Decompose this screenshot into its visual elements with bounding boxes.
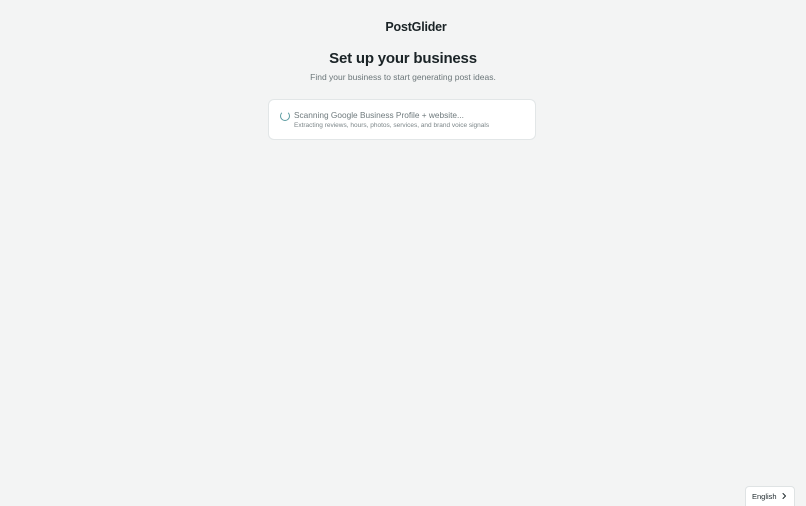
brand-logo-text: PostGlider [385,20,447,34]
scan-status-title: Scanning Google Business Profile + websi… [294,110,464,120]
page-subtitle: Find your business to start generating p… [310,72,496,82]
scan-status-card: Scanning Google Business Profile + websi… [268,99,536,140]
chevron-right-icon [782,493,786,499]
scan-status-detail: Extracting reviews, hours, photos, servi… [294,122,490,129]
language-selector[interactable]: English [745,486,795,506]
spinner-icon [280,111,290,121]
language-selected-label: English [752,492,777,501]
setup-page: PostGlider Set up your business Find you… [0,0,806,506]
page-title: Set up your business [329,50,477,67]
